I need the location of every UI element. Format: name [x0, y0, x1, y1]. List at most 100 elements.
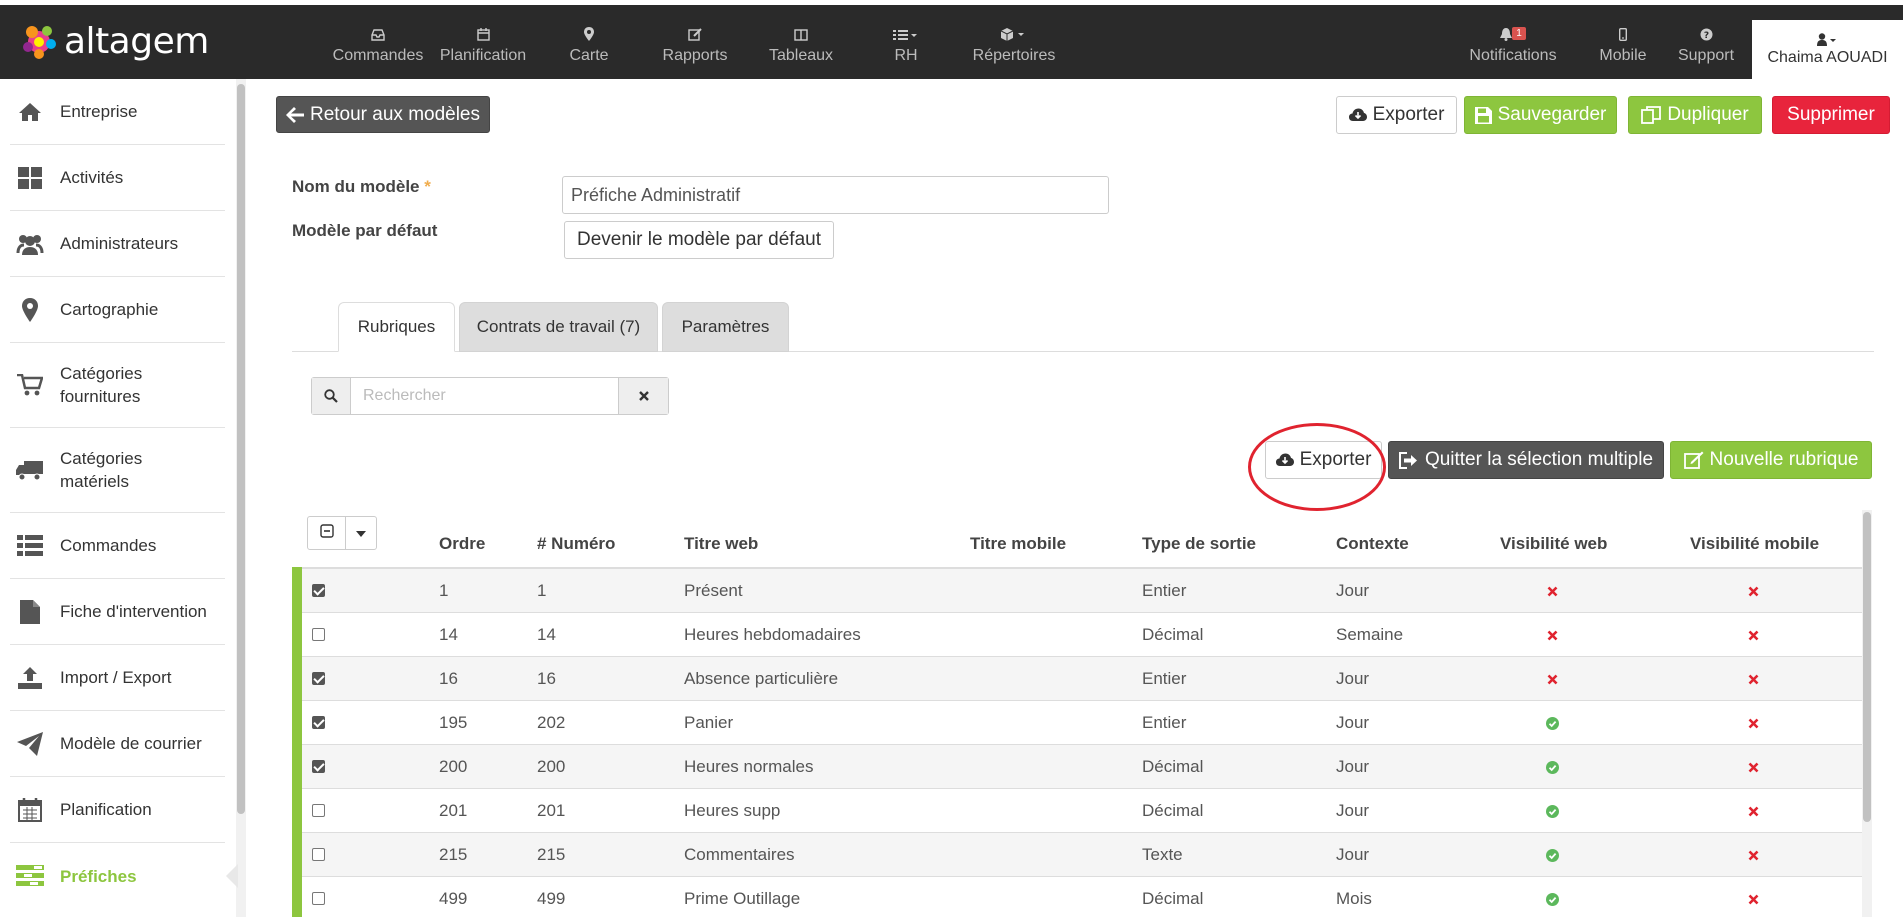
- brand-logo[interactable]: altagem: [18, 19, 209, 63]
- model-name-input[interactable]: Préfiche Administratif: [562, 176, 1109, 214]
- sidebar-item-cartographie[interactable]: Cartographie: [10, 277, 225, 343]
- export-model-button[interactable]: Exporter: [1336, 96, 1457, 134]
- table-row[interactable]: 14 14 Heures hebdomadaires Décimal Semaine: [302, 613, 1864, 657]
- search-group: [311, 377, 669, 415]
- map-marker-icon: [15, 297, 45, 323]
- button-label: Quitter la sélection multiple: [1424, 449, 1654, 470]
- nav-label: RH: [894, 47, 918, 64]
- check-circle-icon: [1540, 877, 1564, 917]
- row-checkbox[interactable]: [312, 672, 325, 685]
- clear-search-button[interactable]: [618, 378, 668, 414]
- tab-parametres[interactable]: Paramètres: [662, 302, 789, 352]
- scrollbar-thumb[interactable]: [1863, 512, 1871, 822]
- bulk-select-group: [307, 516, 377, 550]
- row-checkbox[interactable]: [312, 892, 325, 905]
- table-scrollbar[interactable]: [1862, 510, 1872, 917]
- sidebar-item-categories-fournitures[interactable]: Catégories fournitures: [10, 343, 225, 428]
- back-to-models-button[interactable]: Retour aux modèles: [276, 96, 490, 133]
- table-row[interactable]: 499 499 Prime Outillage Décimal Mois: [302, 877, 1864, 917]
- row-checkbox[interactable]: [312, 584, 325, 597]
- tab-contrats-de-travail[interactable]: Contrats de travail (7): [459, 302, 658, 352]
- sidebar-item-activites[interactable]: Activités: [10, 145, 225, 211]
- cell-type-sortie: Entier: [1142, 581, 1187, 600]
- col-header-contexte[interactable]: Contexte: [1336, 534, 1409, 554]
- col-header-visibilite-mobile[interactable]: Visibilité mobile: [1690, 534, 1819, 554]
- sidebar-item-entreprise[interactable]: Entreprise: [10, 79, 225, 145]
- row-checkbox[interactable]: [312, 760, 325, 773]
- nav-planification[interactable]: Planification: [437, 27, 529, 65]
- row-checkbox[interactable]: [312, 848, 325, 861]
- quit-multi-select-button[interactable]: Quitter la sélection multiple: [1388, 441, 1664, 479]
- cell-contexte: Semaine: [1336, 625, 1404, 644]
- new-rubric-button[interactable]: Nouvelle rubrique: [1670, 441, 1872, 479]
- altagem-logo-icon: [18, 20, 60, 62]
- sidebar-item-label: Cartographie: [60, 300, 159, 319]
- nav-carte[interactable]: Carte: [565, 27, 613, 65]
- cell-type-sortie: Décimal: [1142, 801, 1204, 820]
- row-checkbox[interactable]: [312, 716, 325, 729]
- cell-numero: 499: [537, 889, 566, 908]
- save-button[interactable]: Sauvegarder: [1464, 96, 1617, 134]
- sidebar-item-prefiches[interactable]: Préfiches: [10, 843, 225, 909]
- cell-type-sortie: Entier: [1142, 713, 1187, 732]
- nav-mobile[interactable]: Mobile: [1596, 27, 1650, 65]
- col-header-titre-mobile[interactable]: Titre mobile: [970, 534, 1066, 554]
- scrollbar-thumb[interactable]: [237, 84, 245, 814]
- make-default-button[interactable]: Devenir le modèle par défaut: [564, 221, 834, 259]
- delete-button[interactable]: Supprimer: [1772, 96, 1890, 134]
- tab-label: Contrats de travail (7): [476, 317, 641, 336]
- duplicate-button[interactable]: Dupliquer: [1628, 96, 1762, 134]
- export-rubrics-button[interactable]: Exporter: [1265, 441, 1382, 479]
- bulk-select-dropdown[interactable]: [346, 517, 376, 549]
- mobile-icon: [1596, 27, 1650, 45]
- select-all-button[interactable]: [308, 517, 346, 549]
- calendar-icon: [437, 27, 529, 45]
- times-icon: [1741, 613, 1765, 657]
- nav-support[interactable]: ? Support: [1677, 27, 1735, 65]
- user-menu[interactable]: Chaima AOUADI: [1752, 20, 1903, 84]
- sidebar-item-fiche-intervention[interactable]: Fiche d'intervention: [10, 579, 225, 645]
- sidebar-scrollbar[interactable]: [236, 79, 246, 917]
- col-header-titre-web[interactable]: Titre web: [684, 534, 758, 554]
- table-row[interactable]: 16 16 Absence particulière Entier Jour: [302, 657, 1864, 701]
- table-row[interactable]: 201 201 Heures supp Décimal Jour: [302, 789, 1864, 833]
- search-input[interactable]: [351, 378, 618, 414]
- nav-rh[interactable]: RH: [888, 27, 924, 65]
- row-checkbox[interactable]: [312, 628, 325, 641]
- dashboard-icon: [15, 165, 45, 191]
- sidebar-item-administrateurs[interactable]: Administrateurs: [10, 211, 225, 277]
- table-row[interactable]: 200 200 Heures normales Décimal Jour: [302, 745, 1864, 789]
- nav-commandes[interactable]: Commandes: [330, 27, 426, 65]
- sidebar-item-commandes[interactable]: Commandes: [10, 513, 225, 579]
- times-icon: [1741, 745, 1765, 789]
- times-icon: [1741, 789, 1765, 833]
- col-header-type-sortie[interactable]: Type de sortie: [1142, 534, 1256, 554]
- sidebar-collapse-arrow[interactable]: [226, 864, 238, 888]
- cell-numero: 1: [537, 581, 547, 600]
- cloud-download-icon: [1348, 108, 1367, 122]
- nav-notifications[interactable]: 1 Notifications: [1468, 27, 1558, 65]
- col-header-numero[interactable]: # Numéro: [537, 534, 615, 554]
- col-header-visibilite-web[interactable]: Visibilité web: [1500, 534, 1607, 554]
- cell-numero: 16: [537, 669, 556, 688]
- times-icon: [1741, 877, 1765, 917]
- tasks-icon: [15, 863, 45, 889]
- nav-tableaux[interactable]: Tableaux: [767, 27, 835, 65]
- sidebar-item-label: Catégories matériels: [60, 449, 143, 491]
- sidebar-item-categories-materiels[interactable]: Catégories matériels: [10, 428, 225, 513]
- table-row[interactable]: 1 1 Présent Entier Jour: [302, 569, 1864, 613]
- nav-label: Rapports: [662, 47, 728, 64]
- sidebar-item-modele-courrier[interactable]: Modèle de courrier: [10, 711, 225, 777]
- sidebar-item-import-export[interactable]: Import / Export: [10, 645, 225, 711]
- nav-rapports[interactable]: Rapports: [661, 27, 729, 65]
- sidebar-item-planification[interactable]: Planification: [10, 777, 225, 843]
- times-icon: [1540, 657, 1564, 701]
- check-circle-icon: [1540, 745, 1564, 789]
- nav-repertoires[interactable]: Répertoires: [972, 27, 1056, 65]
- cell-titre-web: Heures hebdomadaires: [684, 625, 861, 644]
- table-row[interactable]: 195 202 Panier Entier Jour: [302, 701, 1864, 745]
- row-checkbox[interactable]: [312, 804, 325, 817]
- col-header-ordre[interactable]: Ordre: [439, 534, 485, 554]
- tab-rubriques[interactable]: Rubriques: [338, 302, 455, 352]
- table-row[interactable]: 215 215 Commentaires Texte Jour: [302, 833, 1864, 877]
